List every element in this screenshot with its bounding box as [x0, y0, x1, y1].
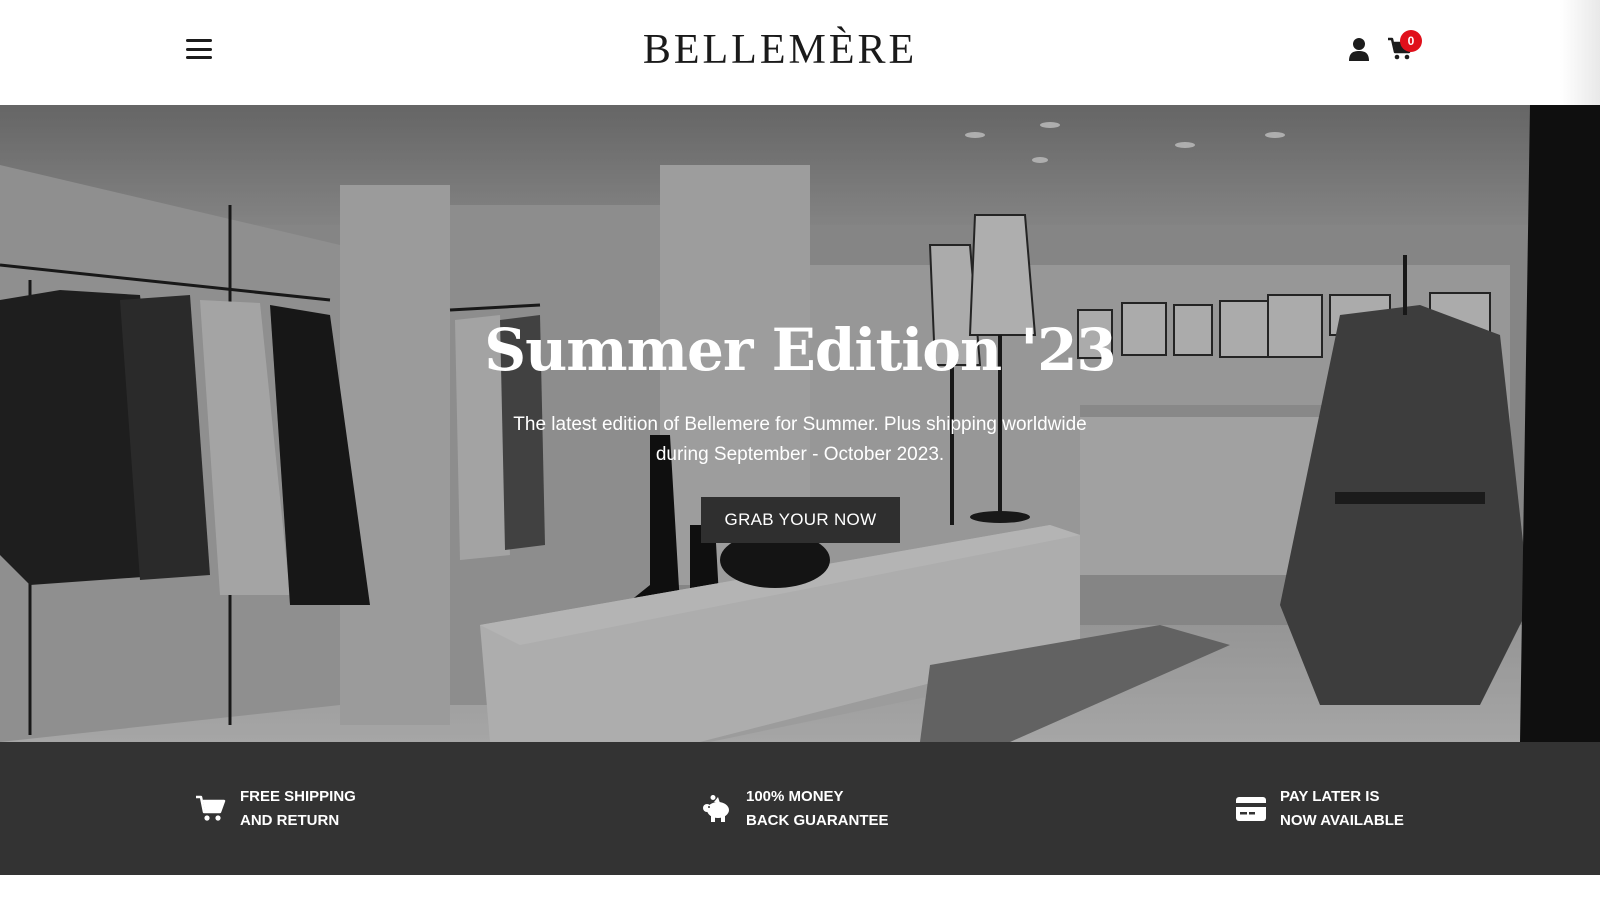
- hero-subtitle-line: during September - October 2023.: [655, 444, 945, 465]
- feature-line: PAY LATER IS: [1280, 788, 1380, 805]
- piggy-bank-icon: [700, 792, 734, 826]
- features-band: FREE SHIPPING AND RETURN 100% MONEY BACK…: [0, 742, 1600, 875]
- cart-count-badge: 0: [1400, 30, 1422, 52]
- brand-logo[interactable]: BELLEMÈRE: [600, 24, 960, 76]
- feature-money-back: 100% MONEY BACK GUARANTEE: [700, 784, 889, 834]
- menu-bar: [186, 47, 212, 51]
- grab-now-button[interactable]: GRAB YOUR NOW: [701, 497, 900, 543]
- feature-free-shipping: FREE SHIPPING AND RETURN: [194, 784, 356, 834]
- feature-pay-later: PAY LATER IS NOW AVAILABLE: [1234, 784, 1404, 834]
- menu-bar: [186, 56, 212, 59]
- hero-subtitle: The latest edition of Bellemere for Summ…: [480, 410, 1120, 470]
- credit-card-icon: [1234, 792, 1268, 826]
- feature-line: FREE SHIPPING: [240, 788, 356, 805]
- feature-line: 100% MONEY: [746, 788, 844, 805]
- hero-banner: Summer Edition '23 The latest edition of…: [0, 105, 1600, 742]
- menu-bar: [186, 39, 212, 42]
- cart-icon: [194, 792, 228, 826]
- user-icon[interactable]: [1348, 37, 1370, 61]
- hamburger-menu-icon[interactable]: [186, 37, 212, 61]
- site-header: BELLEMÈRE 0: [0, 0, 1600, 105]
- feature-line: NOW AVAILABLE: [1280, 812, 1404, 829]
- feature-text: PAY LATER IS NOW AVAILABLE: [1280, 785, 1404, 833]
- page-bottom-strip: [0, 875, 1600, 900]
- header-edge-shade: [1560, 0, 1600, 105]
- feature-line: AND RETURN: [240, 812, 340, 829]
- feature-text: 100% MONEY BACK GUARANTEE: [746, 785, 889, 833]
- feature-line: BACK GUARANTEE: [746, 812, 889, 829]
- hero-subtitle-line: The latest edition of Bellemere for Summ…: [513, 414, 1087, 435]
- hero-title: Summer Edition '23: [484, 316, 1117, 384]
- feature-text: FREE SHIPPING AND RETURN: [240, 785, 356, 833]
